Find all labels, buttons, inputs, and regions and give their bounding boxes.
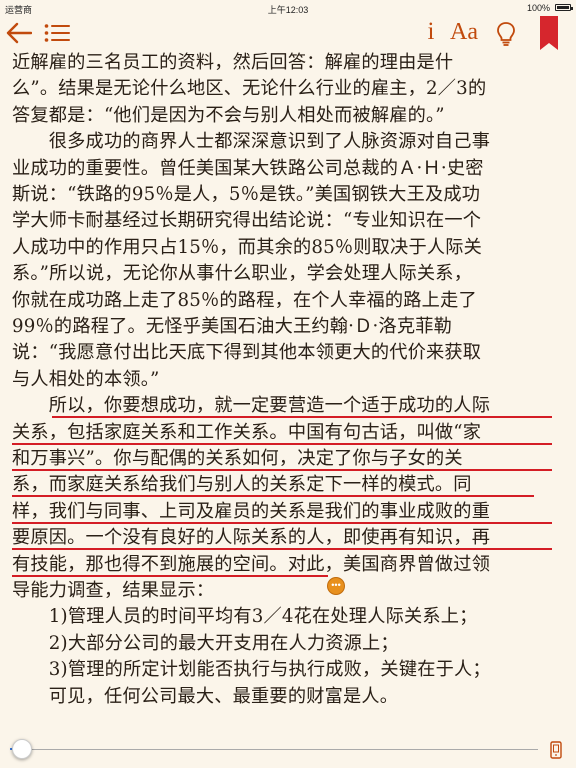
font-settings-button[interactable]: Aa <box>450 18 484 46</box>
text-line: 你就在成功路上走了85％的路程，在个人幸福的路上走了 <box>12 289 477 311</box>
text-line: 导能力调查，结果显示： <box>12 580 215 601</box>
text-line: 学大师卡耐基经过长期研究得出结论说：“专业知识在一个 <box>12 210 482 232</box>
back-arrow-icon <box>6 22 33 44</box>
rotate-device-icon <box>550 741 562 759</box>
highlight-underline[interactable] <box>12 521 552 524</box>
info-button[interactable]: i <box>424 18 438 46</box>
text-line: 与人相处的本领。” <box>12 368 160 390</box>
status-bar: 运营商 上午12:03 100% <box>0 0 576 16</box>
highlight-underline[interactable] <box>12 495 534 498</box>
bookmark-button[interactable] <box>540 16 558 50</box>
progress-track[interactable] <box>22 749 538 750</box>
text-line: 斯说：“铁路的95％是人，5％是铁。”美国钢铁大王及成功 <box>12 184 481 205</box>
orientation-lock-button[interactable] <box>548 740 564 760</box>
reader-toolbar: i Aa <box>0 16 576 50</box>
highlight-underline[interactable] <box>52 416 552 419</box>
text-line: 3)管理的所定计划能否执行与执行成败，关键在于人； <box>12 659 491 681</box>
progress-slider-thumb[interactable] <box>12 739 32 759</box>
text-line: 近解雇的三名员工的资料，然后回答：解雇的理由是什 <box>12 52 454 73</box>
battery-icon <box>555 4 573 11</box>
highlight-underline[interactable] <box>12 548 552 551</box>
list-icon <box>44 24 70 42</box>
text-line: 99％的路程了。无怪乎美国石油大王约翰·Ｄ·洛克菲勒 <box>12 316 453 337</box>
text-line: 可见，任何公司最大、最重要的财富是人。 <box>12 685 399 707</box>
text-line: 1)管理人员的时间平均有3／4花在处理人际关系上； <box>12 606 478 628</box>
text-line: 说：“我愿意付出比天底下得到其他本领更大的代价来获取 <box>12 342 482 364</box>
light-bulb-icon <box>497 22 515 46</box>
text-line: 业成功的重要性。曾任美国某大铁路公司总裁的Ａ·Ｈ·史密 <box>12 157 484 179</box>
note-marker-icon[interactable]: ••• <box>328 578 344 594</box>
highlight-underline[interactable] <box>12 574 328 577</box>
text-line: 系。”所以说，无论你从事什么职业，学会处理人际关系， <box>12 263 473 285</box>
text-line: 人成功中的作用只占15％，而其余的85％则取决于人际关 <box>12 236 482 258</box>
highlight-underline[interactable] <box>12 442 552 445</box>
bookmark-ribbon-icon <box>540 16 558 50</box>
clock: 上午12:03 <box>267 5 309 15</box>
table-of-contents-button[interactable] <box>44 23 70 43</box>
text-line: 很多成功的商界人士都深深意识到了人脉资源对自己事 <box>12 131 491 153</box>
brightness-button[interactable] <box>496 21 516 47</box>
text-line: 答复都是：“他们是因为不会与别人相处而被解雇的。” <box>12 104 445 126</box>
back-button[interactable] <box>6 22 33 44</box>
battery-percent: 100% <box>526 3 550 13</box>
highlight-underline[interactable] <box>12 469 552 471</box>
text-line: 2)大部分公司的最大开支用在人力资源上； <box>12 632 399 654</box>
text-line: 么”。结果是无论什么地区、无论什么行业的雇主，2／3的 <box>12 78 487 100</box>
